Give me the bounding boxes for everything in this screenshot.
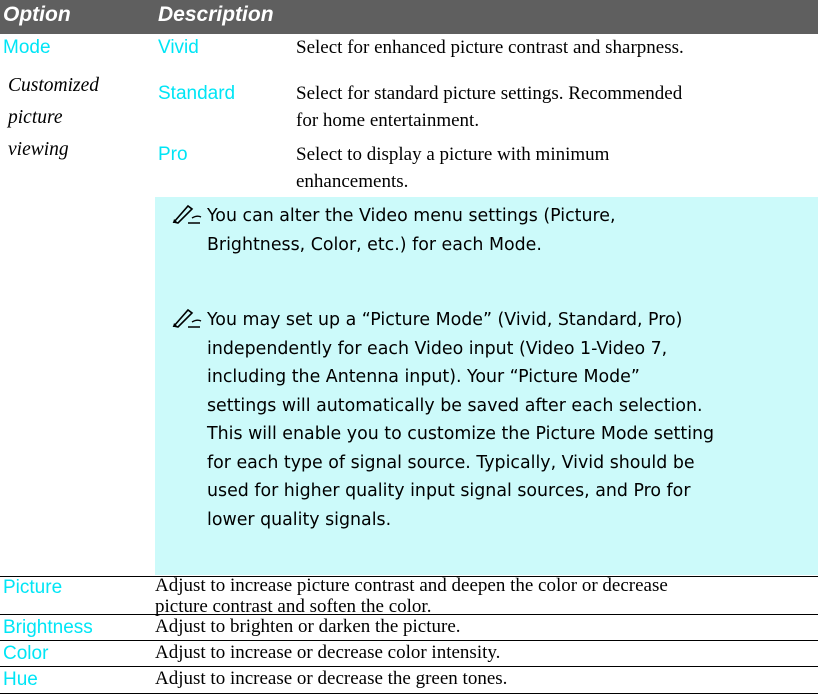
- mode-option-standard: Standard: [158, 83, 236, 104]
- header-option: Option: [3, 3, 71, 26]
- header-description: Description: [158, 3, 274, 26]
- pro-description: Select to display a picture with minimum…: [296, 144, 610, 192]
- row-divider: [0, 693, 818, 694]
- note-pencil-icon: [172, 308, 202, 328]
- option-hue: Hue: [3, 669, 38, 690]
- brightness-description: Adjust to brighten or darken the picture…: [155, 616, 461, 637]
- color-description: Adjust to increase or decrease color int…: [155, 642, 501, 663]
- vivid-description: Select for enhanced picture contrast and…: [296, 37, 684, 58]
- standard-description: Select for standard picture settings. Re…: [296, 83, 683, 131]
- picture-description: Adjust to increase picture contrast and …: [155, 575, 668, 617]
- mode-option-vivid: Vivid: [158, 37, 199, 58]
- mode-subtitle: Customized picture viewing: [8, 75, 100, 160]
- option-mode: Mode: [3, 37, 51, 58]
- mode-option-pro: Pro: [158, 144, 188, 165]
- table-header: Option Description: [0, 0, 818, 34]
- option-color: Color: [3, 643, 49, 664]
- hue-description: Adjust to increase or decrease the green…: [155, 668, 508, 689]
- note-2-text: You may set up a “Picture Mode” (Vivid, …: [207, 310, 715, 530]
- note-pencil-icon: [172, 204, 202, 224]
- note-1-text: You can alter the Video menu settings (P…: [207, 206, 616, 255]
- option-picture: Picture: [3, 577, 63, 598]
- option-brightness: Brightness: [3, 617, 93, 638]
